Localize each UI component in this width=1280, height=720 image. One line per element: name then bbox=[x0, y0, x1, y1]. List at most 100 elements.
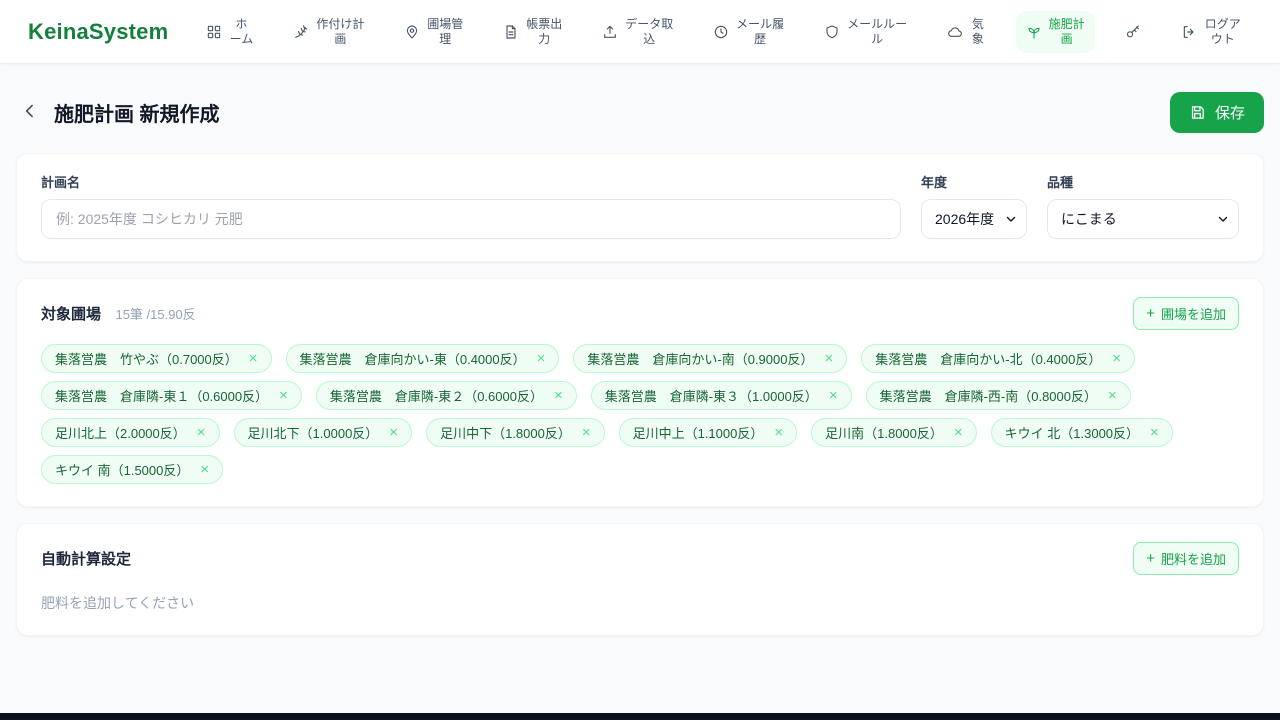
field-tag: 集落営農 倉庫隣-東２（0.6000反） × bbox=[315, 381, 577, 410]
field-tag: 集落営農 倉庫隣-東１（0.6000反） × bbox=[41, 381, 302, 410]
auto-calc-title: 自動計算設定 bbox=[41, 551, 132, 568]
remove-tag-icon[interactable]: × bbox=[954, 425, 963, 440]
add-fertilizer-button[interactable]: + 肥料を追加 bbox=[1133, 542, 1239, 575]
field-tag-label: 集落営農 倉庫隣-西-南（0.8000反） bbox=[879, 389, 1097, 404]
year-label: 年度 bbox=[921, 175, 948, 190]
field-tag: 集落営農 竹やぶ（0.7000反） × bbox=[41, 344, 272, 373]
target-fields-card: 対象圃場 15筆 /15.90反 + 圃場を追加 集落営農 竹やぶ（0.7000… bbox=[16, 278, 1264, 507]
field-tag-label: 集落営農 倉庫向かい-北（0.4000反） bbox=[875, 352, 1102, 367]
add-field-button[interactable]: + 圃場を追加 bbox=[1133, 297, 1239, 330]
wheat-icon bbox=[293, 24, 309, 40]
plan-name-field: 計画名 bbox=[41, 172, 901, 239]
nav-item-sprout[interactable]: 施肥計画 bbox=[1015, 10, 1095, 53]
nav-item-wheat[interactable]: 作付け計画 bbox=[283, 11, 374, 53]
main-content: 施肥計画 新規作成 保存 計画名 年度 2026年度 bbox=[0, 92, 1280, 636]
auto-calc-card: 自動計算設定 + 肥料を追加 肥料を追加してください bbox=[16, 523, 1264, 636]
remove-tag-icon[interactable]: × bbox=[1150, 425, 1159, 440]
document-icon bbox=[503, 24, 519, 40]
nav-item-history[interactable]: メール履歴 bbox=[703, 11, 794, 53]
cloud-icon bbox=[947, 24, 963, 40]
variety-select[interactable]: にこまる bbox=[1047, 199, 1239, 239]
fields-section-header: 対象圃場 15筆 /15.90反 bbox=[41, 303, 196, 324]
field-tag-label: 集落営農 倉庫隣-東２（0.6000反） bbox=[329, 389, 543, 404]
year-field: 年度 2026年度 bbox=[921, 172, 1027, 239]
field-tag-label: 集落営農 竹やぶ（0.7000反） bbox=[55, 352, 238, 367]
remove-tag-icon[interactable]: × bbox=[774, 425, 783, 440]
nav-item-shield[interactable]: メールルール bbox=[814, 11, 917, 53]
page-title: 施肥計画 新規作成 bbox=[54, 104, 220, 126]
remove-tag-icon[interactable]: × bbox=[829, 388, 838, 403]
nav-item-label: ログアウト bbox=[1204, 16, 1241, 46]
nav-item-cloud[interactable]: 気象 bbox=[937, 11, 996, 53]
fields-summary: 15筆 /15.90反 bbox=[115, 307, 196, 322]
nav-item-label: 施肥計画 bbox=[1048, 16, 1085, 46]
plan-name-input[interactable] bbox=[41, 199, 901, 239]
field-tag-label: 足川北下（1.0000反） bbox=[247, 426, 379, 441]
field-tag-label: キウイ 南（1.5000反） bbox=[55, 463, 190, 478]
grid-icon bbox=[206, 24, 222, 40]
field-tag: 集落営農 倉庫隣-西-南（0.8000反） × bbox=[865, 381, 1131, 410]
add-fertilizer-button-label: 肥料を追加 bbox=[1160, 552, 1226, 567]
field-tag-label: 足川中下（1.8000反） bbox=[440, 426, 571, 441]
save-icon bbox=[1189, 104, 1206, 121]
nav-item-label: メール履歴 bbox=[736, 16, 785, 46]
save-button[interactable]: 保存 bbox=[1169, 92, 1264, 133]
nav-item-label: 圃場管理 bbox=[427, 16, 464, 46]
field-tag-label: 集落営農 倉庫向かい-南（0.9000反） bbox=[587, 352, 814, 367]
page-title-row: 施肥計画 新規作成 保存 bbox=[16, 92, 1264, 133]
remove-tag-icon[interactable]: × bbox=[537, 351, 546, 366]
app-logo: KeinaSystem bbox=[28, 18, 169, 44]
field-tag: 集落営農 倉庫隣-東３（1.0000反） × bbox=[590, 381, 852, 410]
nav-item-document[interactable]: 帳票出力 bbox=[493, 11, 572, 53]
remove-tag-icon[interactable]: × bbox=[1112, 351, 1121, 366]
variety-field: 品種 にこまる bbox=[1047, 172, 1239, 239]
field-tag: 集落営農 倉庫向かい-東（0.4000反） × bbox=[285, 344, 560, 373]
field-tag-label: 集落営農 倉庫隣-東１（0.6000反） bbox=[55, 389, 269, 404]
field-tag-label: キウイ 北（1.3000反） bbox=[1004, 426, 1140, 441]
remove-tag-icon[interactable]: × bbox=[824, 351, 833, 366]
remove-tag-icon[interactable]: × bbox=[1108, 388, 1117, 403]
main-nav: ホーム 作付け計画 圃場管理 帳票出力 データ取込 メール履歴 メールルール 気象 施肥計画 ログ… bbox=[196, 10, 1252, 53]
key-icon bbox=[1125, 24, 1141, 40]
field-tag-label: 足川南（1.8000反） bbox=[825, 426, 943, 441]
field-tag: 集落営農 倉庫向かい-北（0.4000反） × bbox=[861, 344, 1136, 373]
remove-tag-icon[interactable]: × bbox=[389, 425, 398, 440]
field-tag: 足川中上（1.1000反） × bbox=[618, 418, 798, 447]
year-select[interactable]: 2026年度 bbox=[921, 199, 1027, 239]
nav-item-grid[interactable]: ホーム bbox=[196, 11, 263, 53]
remove-tag-icon[interactable]: × bbox=[249, 351, 258, 366]
fields-section-title: 対象圃場 bbox=[41, 306, 102, 323]
nav-item-upload[interactable]: データ取込 bbox=[592, 11, 683, 53]
field-tag: 足川北下（1.0000反） × bbox=[233, 418, 413, 447]
remove-tag-icon[interactable]: × bbox=[197, 425, 206, 440]
back-button[interactable] bbox=[16, 97, 44, 128]
field-tag-label: 足川中上（1.1000反） bbox=[632, 426, 764, 441]
chevron-left-icon bbox=[20, 101, 40, 124]
history-icon bbox=[713, 24, 729, 40]
shield-icon bbox=[824, 24, 840, 40]
remove-tag-icon[interactable]: × bbox=[582, 425, 591, 440]
field-tag: 集落営農 倉庫向かい-南（0.9000反） × bbox=[573, 344, 848, 373]
app-header: KeinaSystem ホーム 作付け計画 圃場管理 帳票出力 データ取込 メール履歴 メー… bbox=[0, 0, 1280, 64]
remove-tag-icon[interactable]: × bbox=[554, 388, 563, 403]
variety-label: 品種 bbox=[1047, 175, 1074, 190]
nav-item-label: 作付け計画 bbox=[316, 16, 365, 46]
plus-icon: + bbox=[1146, 550, 1155, 567]
add-field-button-label: 圃場を追加 bbox=[1160, 307, 1226, 322]
nav-item-map-pin[interactable]: 圃場管理 bbox=[394, 11, 473, 53]
field-tag-label: 足川北上（2.0000反） bbox=[55, 426, 186, 441]
field-tag: 足川北上（2.0000反） × bbox=[41, 418, 220, 447]
plus-icon: + bbox=[1146, 305, 1155, 322]
nav-item-key[interactable] bbox=[1115, 18, 1151, 46]
upload-icon bbox=[602, 24, 618, 40]
nav-item-logout[interactable]: ログアウト bbox=[1171, 11, 1252, 53]
field-tag-label: 集落営農 倉庫向かい-東（0.4000反） bbox=[299, 352, 526, 367]
sprout-icon bbox=[1026, 24, 1042, 40]
fertilizer-empty-text: 肥料を追加してください bbox=[41, 595, 195, 611]
nav-item-label: データ取込 bbox=[625, 16, 674, 46]
field-tag-list: 集落営農 竹やぶ（0.7000反） × 集落営農 倉庫向かい-東（0.4000反） ×… bbox=[41, 344, 1239, 484]
nav-item-label: 気象 bbox=[971, 16, 984, 46]
nav-item-label: ホーム bbox=[229, 16, 254, 46]
remove-tag-icon[interactable]: × bbox=[200, 462, 209, 477]
remove-tag-icon[interactable]: × bbox=[279, 388, 288, 403]
